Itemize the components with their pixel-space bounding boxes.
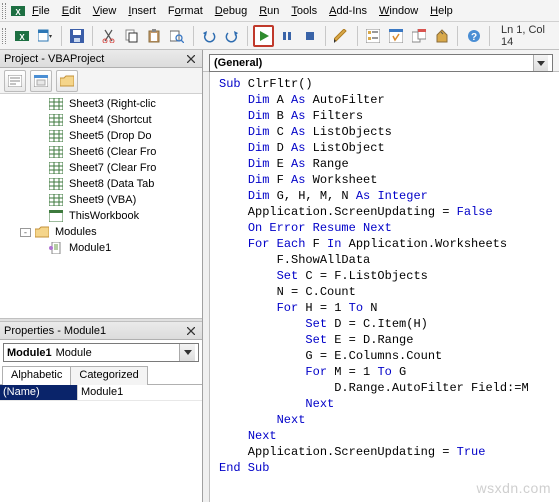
menu-file[interactable]: FFileile bbox=[26, 3, 56, 19]
reset-button[interactable] bbox=[299, 25, 320, 47]
workbook-icon bbox=[48, 208, 64, 224]
tree-sheet6[interactable]: Sheet6 (Clear Fro bbox=[67, 146, 158, 158]
object-combo[interactable]: (General) bbox=[209, 54, 553, 72]
project-tree[interactable]: Sheet3 (Right-clic Sheet4 (Shortcut Shee… bbox=[0, 94, 202, 318]
tree-sheet5[interactable]: Sheet5 (Drop Do bbox=[67, 130, 154, 142]
menu-insert[interactable]: Insert bbox=[122, 3, 162, 19]
worksheet-icon bbox=[48, 176, 64, 192]
code-object-bar: (General) bbox=[203, 50, 559, 72]
project-explorer-titlebar: Project - VBAProject bbox=[0, 50, 202, 68]
tab-categorized[interactable]: Categorized bbox=[70, 366, 147, 385]
project-explorer-title: Project - VBAProject bbox=[4, 53, 104, 65]
menu-bar: X FFileile Edit View Insert Format Debug… bbox=[0, 0, 559, 22]
worksheet-icon bbox=[48, 144, 64, 160]
properties-object-type: Module bbox=[56, 347, 92, 359]
properties-titlebar: Properties - Module1 bbox=[0, 322, 202, 340]
menu-grip[interactable] bbox=[2, 3, 6, 19]
chevron-down-icon bbox=[179, 344, 195, 361]
tree-module1[interactable]: Module1 bbox=[67, 242, 113, 254]
properties-grid[interactable]: (Name) Module1 bbox=[0, 385, 202, 502]
chevron-down-icon bbox=[533, 55, 548, 71]
project-explorer-button[interactable] bbox=[363, 25, 384, 47]
property-name-label[interactable]: (Name) bbox=[0, 385, 78, 400]
tree-twisty-modules[interactable]: - bbox=[20, 228, 31, 237]
worksheet-icon bbox=[48, 96, 64, 112]
tree-modules-folder[interactable]: Modules bbox=[53, 226, 99, 238]
cursor-position-label: Ln 1, Col 14 bbox=[501, 24, 557, 48]
save-button[interactable] bbox=[67, 25, 88, 47]
insert-dropdown-button[interactable] bbox=[35, 25, 56, 47]
menu-view[interactable]: View bbox=[87, 3, 123, 19]
tree-thisworkbook[interactable]: ThisWorkbook bbox=[67, 210, 141, 222]
property-name-value[interactable]: Module1 bbox=[78, 385, 202, 400]
menu-addins[interactable]: Add-Ins bbox=[323, 3, 373, 19]
worksheet-icon bbox=[48, 160, 64, 176]
worksheet-icon bbox=[48, 112, 64, 128]
tree-sheet9[interactable]: Sheet9 (VBA) bbox=[67, 194, 138, 206]
svg-text:X: X bbox=[20, 33, 26, 42]
excel-icon: X bbox=[10, 3, 26, 19]
view-excel-button[interactable]: X bbox=[12, 25, 33, 47]
tab-alphabetic[interactable]: Alphabetic bbox=[2, 366, 71, 385]
break-button[interactable] bbox=[276, 25, 297, 47]
paste-button[interactable] bbox=[144, 25, 165, 47]
properties-window-button[interactable] bbox=[386, 25, 407, 47]
properties-title: Properties - Module1 bbox=[4, 325, 106, 337]
menu-debug[interactable]: Debug bbox=[209, 3, 253, 19]
tree-sheet3[interactable]: Sheet3 (Right-clic bbox=[67, 98, 158, 110]
menu-format[interactable]: Format bbox=[162, 3, 209, 19]
standard-toolbar: X ? Ln 1, Col 14 bbox=[0, 22, 559, 50]
worksheet-icon bbox=[48, 128, 64, 144]
view-object-button[interactable] bbox=[30, 70, 52, 92]
toggle-folders-button[interactable] bbox=[56, 70, 78, 92]
properties-object-combo[interactable]: Module1 Module bbox=[3, 343, 199, 362]
tree-sheet8[interactable]: Sheet8 (Data Tab bbox=[67, 178, 156, 190]
project-explorer-close-button[interactable] bbox=[184, 52, 198, 66]
project-explorer-toolbar bbox=[0, 68, 202, 94]
menu-help[interactable]: Help bbox=[424, 3, 459, 19]
code-editor[interactable]: Sub ClrFltr() Dim A As AutoFilter Dim B … bbox=[203, 72, 559, 502]
object-combo-value: (General) bbox=[214, 57, 262, 69]
folder-icon bbox=[34, 224, 50, 240]
object-browser-button[interactable] bbox=[409, 25, 430, 47]
menu-edit[interactable]: Edit bbox=[56, 3, 87, 19]
redo-button[interactable] bbox=[222, 25, 243, 47]
design-mode-button[interactable] bbox=[331, 25, 352, 47]
svg-text:X: X bbox=[15, 8, 21, 17]
menu-run[interactable]: Run bbox=[253, 3, 285, 19]
properties-close-button[interactable] bbox=[184, 324, 198, 338]
find-button[interactable] bbox=[167, 25, 188, 47]
menu-tools[interactable]: Tools bbox=[285, 3, 323, 19]
properties-object-name: Module1 bbox=[7, 347, 52, 359]
menu-window[interactable]: Window bbox=[373, 3, 424, 19]
toolbar-grip[interactable] bbox=[2, 28, 6, 44]
undo-button[interactable] bbox=[199, 25, 220, 47]
toolbox-button[interactable] bbox=[431, 25, 452, 47]
view-code-button[interactable] bbox=[4, 70, 26, 92]
cut-button[interactable] bbox=[98, 25, 119, 47]
tree-sheet7[interactable]: Sheet7 (Clear Fro bbox=[67, 162, 158, 174]
property-row-name: (Name) Module1 bbox=[0, 385, 202, 401]
properties-tabs: Alphabetic Categorized bbox=[0, 365, 202, 385]
properties-panel: Properties - Module1 Module1 Module Alph… bbox=[0, 322, 202, 502]
svg-text:?: ? bbox=[471, 32, 477, 43]
worksheet-icon bbox=[48, 192, 64, 208]
tree-sheet4[interactable]: Sheet4 (Shortcut bbox=[67, 114, 154, 126]
module-icon bbox=[48, 240, 64, 256]
help-button[interactable]: ? bbox=[463, 25, 484, 47]
copy-button[interactable] bbox=[121, 25, 142, 47]
run-button[interactable] bbox=[253, 25, 274, 47]
